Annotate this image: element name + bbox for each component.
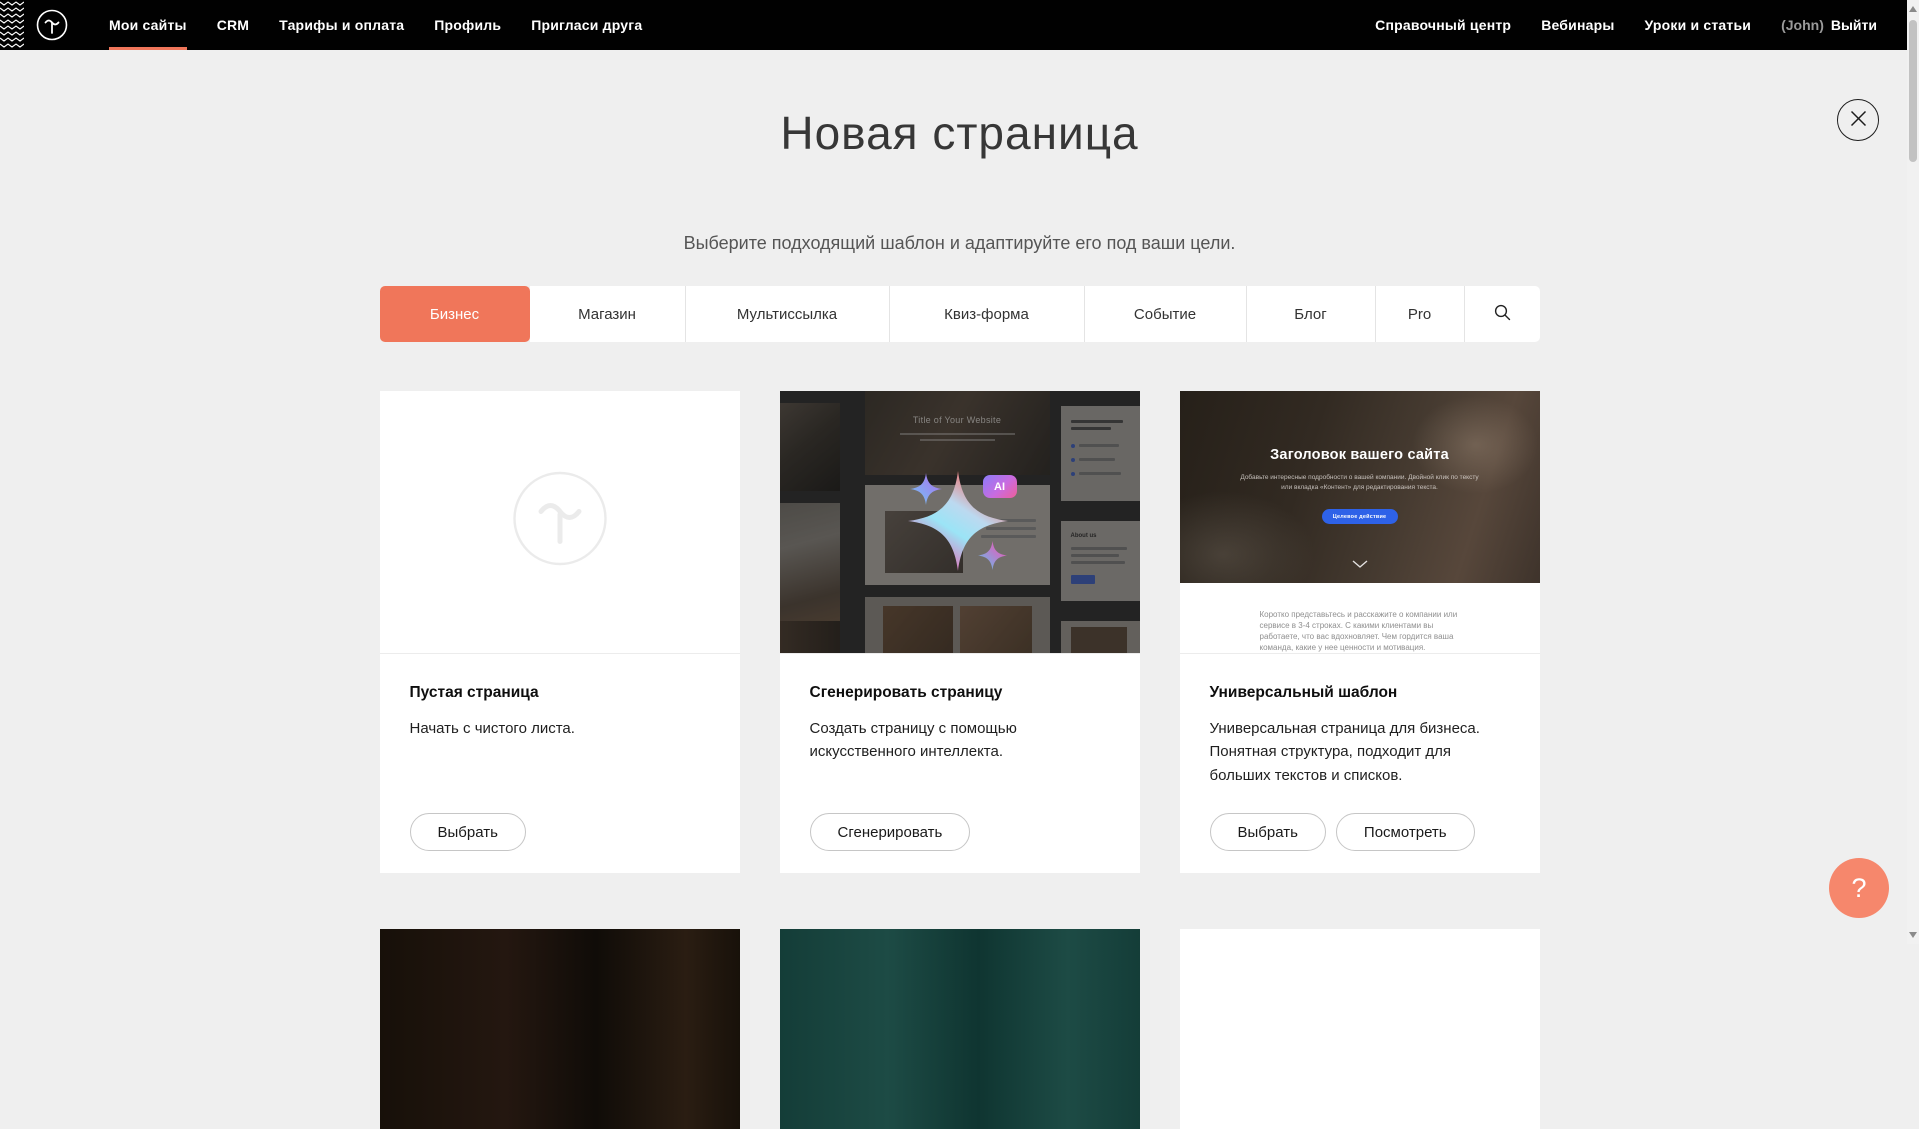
nav-item-tariffs[interactable]: Тарифы и оплата (264, 0, 419, 50)
card-universal-template: Заголовок вашего сайта Добавьте интересн… (1180, 391, 1540, 873)
close-button[interactable] (1837, 99, 1879, 141)
view-button[interactable]: Посмотреть (1336, 813, 1475, 851)
nav-label: CRM (217, 17, 249, 33)
template-preview-image (380, 929, 740, 1129)
page-subtitle: Выберите подходящий шаблон и адаптируйте… (0, 232, 1919, 254)
secondary-nav: Справочный центр Вебинары Уроки и статьи… (1360, 0, 1877, 50)
card-description: Универсальная страница для бизнеса. Поня… (1210, 717, 1510, 787)
card-blank-page: Пустая страница Начать с чистого листа. … (380, 391, 740, 873)
zigzag-pattern-decor (0, 0, 24, 50)
tilda-watermark-icon (513, 472, 607, 571)
card-title: Универсальный шаблон (1210, 684, 1510, 702)
template-body-text: Коротко представьтесь и расскажите о ком… (1260, 609, 1460, 653)
template-preview-image (780, 929, 1140, 1129)
logout-label: Выйти (1831, 17, 1877, 33)
choose-button[interactable]: Выбрать (410, 813, 526, 851)
tab-blog[interactable]: Блог (1247, 286, 1376, 342)
nav-label: Справочный центр (1375, 17, 1511, 33)
card-title: Сгенерировать страницу (810, 684, 1110, 702)
user-name: (John) (1781, 17, 1824, 33)
tab-event[interactable]: Событие (1085, 286, 1247, 342)
tilda-logo[interactable] (36, 9, 68, 41)
tab-store[interactable]: Магазин (530, 286, 686, 342)
template-hero-image: Заголовок вашего сайта Добавьте интересн… (1180, 391, 1540, 583)
help-question-label: ? (1851, 873, 1866, 904)
logout-button[interactable]: (John) Выйти (1766, 0, 1877, 50)
card-description: Создать страницу с помощью искусственног… (810, 717, 1110, 764)
template-card[interactable] (1180, 929, 1540, 1129)
template-cta-button: Целевое действие (1322, 509, 1398, 524)
primary-nav: Мои сайты CRM Тарифы и оплата Профиль Пр… (94, 0, 657, 50)
close-icon (1850, 110, 1867, 130)
card-description: Начать с чистого листа. (410, 717, 710, 740)
ai-badge: AI (983, 475, 1017, 498)
nav-label: Уроки и статьи (1645, 17, 1752, 33)
ai-sparkle-icon: AI (780, 391, 1140, 653)
blank-page-preview[interactable] (380, 391, 740, 654)
universal-template-preview[interactable]: Заголовок вашего сайта Добавьте интересн… (1180, 391, 1540, 654)
tab-search[interactable] (1465, 286, 1540, 342)
page-title: Новая страница (0, 106, 1919, 160)
card-ai-generate: Title of Your Website (780, 391, 1140, 873)
new-page-dialog: Новая страница Выберите подходящий шабло… (0, 50, 1919, 944)
nav-label: Пригласи друга (531, 17, 642, 33)
nav-label: Мои сайты (109, 17, 187, 33)
scrollbar-down-arrow-icon[interactable] (1909, 932, 1917, 938)
nav-label: Вебинары (1541, 17, 1614, 33)
tab-business[interactable]: Бизнес (380, 286, 530, 342)
tab-quiz-form[interactable]: Квиз-форма (890, 286, 1085, 342)
choose-button[interactable]: Выбрать (1210, 813, 1326, 851)
template-cards-row: Пустая страница Начать с чистого листа. … (380, 391, 1540, 873)
template-card[interactable] (780, 929, 1140, 1129)
chevron-down-icon (1352, 556, 1368, 574)
scrollbar-thumb[interactable] (1909, 20, 1917, 162)
help-button[interactable]: ? (1829, 858, 1889, 918)
template-preview-image (1180, 929, 1540, 1129)
template-hero-heading: Заголовок вашего сайта (1180, 447, 1540, 463)
tab-multilink[interactable]: Мультиссылка (686, 286, 890, 342)
template-cards-row-2 (380, 929, 1540, 1129)
top-nav: Мои сайты CRM Тарифы и оплата Профиль Пр… (0, 0, 1919, 50)
nav-item-my-sites[interactable]: Мои сайты (94, 0, 202, 50)
page-scrollbar[interactable] (1907, 0, 1919, 944)
nav-label: Тарифы и оплата (279, 17, 404, 33)
search-icon (1494, 304, 1511, 325)
card-title: Пустая страница (410, 684, 710, 702)
template-hero-subheading: Добавьте интересные подробности о вашей … (1238, 473, 1482, 494)
website-collage: Title of Your Website (780, 391, 1140, 653)
generate-button[interactable]: Сгенерировать (810, 813, 971, 851)
tab-pro[interactable]: Pro (1376, 286, 1465, 342)
template-card[interactable] (380, 929, 740, 1129)
nav-item-invite-friend[interactable]: Пригласи друга (516, 0, 657, 50)
nav-item-webinars[interactable]: Вебинары (1526, 0, 1629, 50)
scrollbar-up-arrow-icon[interactable] (1909, 6, 1917, 12)
nav-item-help-center[interactable]: Справочный центр (1360, 0, 1526, 50)
nav-label: Профиль (434, 17, 501, 33)
nav-item-crm[interactable]: CRM (202, 0, 264, 50)
nav-item-lessons[interactable]: Уроки и статьи (1630, 0, 1767, 50)
nav-item-profile[interactable]: Профиль (419, 0, 516, 50)
ai-generate-preview[interactable]: Title of Your Website (780, 391, 1140, 654)
template-category-tabs: Бизнес Магазин Мультиссылка Квиз-форма С… (380, 286, 1540, 342)
